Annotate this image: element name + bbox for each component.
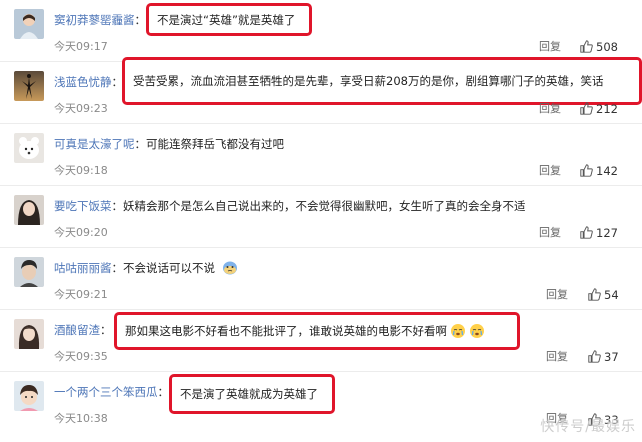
highlighted-comment-text: 不是演过“英雄”就是英雄了 bbox=[146, 3, 312, 36]
avatar-image bbox=[14, 381, 44, 411]
highlighted-comment-text: 不是演了英雄就成为英雄了 bbox=[169, 374, 335, 414]
avatar[interactable] bbox=[14, 381, 44, 411]
highlighted-comment-text: 受苦受累，流血流泪甚至牺牲的是先辈，享受日薪208万的是你，剧组算哪门子的英雄，… bbox=[122, 57, 642, 105]
separator: ： bbox=[111, 261, 124, 275]
avatar-image bbox=[14, 71, 44, 101]
thumbs-up-icon bbox=[580, 226, 593, 239]
watermark: 快传号/最娱乐 bbox=[540, 419, 636, 435]
separator: ： bbox=[134, 137, 147, 151]
username[interactable]: 一个两个三个笨西瓜 bbox=[54, 385, 158, 399]
like-button[interactable]: 212 bbox=[580, 101, 618, 117]
highlighted-comment-text: 那如果这电影不好看也不能批评了，谁敢说英雄的电影不好看啊 bbox=[114, 312, 520, 350]
comment-header: 咕咕丽丽酱：不会说话可以不说 bbox=[54, 258, 238, 278]
avatar[interactable] bbox=[14, 133, 44, 163]
separator: ： bbox=[134, 13, 147, 27]
like-count: 142 bbox=[596, 164, 618, 178]
comment-item: 要吃下饭菜：妖精会那个是怎么自己说出来的，不会觉得很幽默吧，女生听了真的会全身不… bbox=[0, 186, 642, 248]
comment-item: 窦初莽蓼罂霾酱： 不是演过“英雄”就是英雄了 今天09:17 回复 508 bbox=[0, 0, 642, 62]
avatar-image bbox=[14, 319, 44, 349]
avatar[interactable] bbox=[14, 257, 44, 287]
avatar-image bbox=[14, 257, 44, 287]
comment-time: 今天09:35 bbox=[54, 350, 108, 363]
thumbs-up-icon bbox=[588, 350, 601, 363]
separator: ： bbox=[100, 323, 112, 337]
comment-header: 浅蓝色忧静： bbox=[54, 72, 123, 92]
username[interactable]: 窦初莽蓼罂霾酱 bbox=[54, 13, 135, 27]
comment-text: 不是演了英雄就成为英雄了 bbox=[180, 387, 318, 401]
comment-time: 今天09:23 bbox=[54, 102, 108, 115]
comment-text: 那如果这电影不好看也不能批评了，谁敢说英雄的电影不好看啊 bbox=[125, 324, 447, 338]
avatar-image bbox=[14, 133, 44, 163]
reply-button[interactable]: 回复 bbox=[546, 288, 568, 302]
avatar[interactable] bbox=[14, 9, 44, 39]
like-count: 54 bbox=[604, 288, 619, 302]
comment-text: 妖精会那个是怎么自己说出来的，不会觉得很幽默吧，女生听了真的会全身不适 bbox=[123, 199, 526, 213]
comment-header: 酒酿留渣： bbox=[54, 320, 112, 340]
like-count: 127 bbox=[596, 226, 618, 240]
avatar-image bbox=[14, 9, 44, 39]
username[interactable]: 要吃下饭菜 bbox=[54, 199, 112, 213]
comment-text: 受苦受累，流血流泪甚至牺牲的是先辈，享受日薪208万的是你，剧组算哪门子的英雄，… bbox=[133, 74, 604, 88]
username[interactable]: 酒酿留渣 bbox=[54, 323, 100, 337]
thumbs-up-icon bbox=[580, 102, 593, 115]
avatar[interactable] bbox=[14, 195, 44, 225]
teary-emoji-icon bbox=[470, 324, 484, 338]
avatar[interactable] bbox=[14, 71, 44, 101]
avatar[interactable] bbox=[14, 319, 44, 349]
blue-sad-emoji-icon bbox=[222, 261, 237, 275]
reply-button[interactable]: 回复 bbox=[539, 102, 561, 116]
like-count: 37 bbox=[604, 350, 619, 364]
comment-header: 窦初莽蓼罂霾酱： bbox=[54, 10, 146, 30]
comment-header: 要吃下饭菜：妖精会那个是怎么自己说出来的，不会觉得很幽默吧，女生听了真的会全身不… bbox=[54, 196, 526, 216]
comment-header: 可真是太濠了呢：可能连祭拜岳飞都没有过吧 bbox=[54, 134, 284, 154]
username[interactable]: 浅蓝色忧静 bbox=[54, 75, 112, 89]
comment-list: 窦初莽蓼罂霾酱： 不是演过“英雄”就是英雄了 今天09:17 回复 508 浅蓝… bbox=[0, 0, 642, 442]
like-count: 508 bbox=[596, 40, 618, 54]
like-button[interactable]: 54 bbox=[588, 287, 619, 303]
reply-button[interactable]: 回复 bbox=[539, 164, 561, 178]
username[interactable]: 咕咕丽丽酱 bbox=[54, 261, 112, 275]
username[interactable]: 可真是太濠了呢 bbox=[54, 137, 135, 151]
thumbs-up-icon bbox=[588, 288, 601, 301]
separator: ： bbox=[157, 385, 170, 399]
thumbs-up-icon bbox=[580, 164, 593, 177]
comment-item: 可真是太濠了呢：可能连祭拜岳飞都没有过吧 今天09:18 回复 142 bbox=[0, 124, 642, 186]
comment-text: 可能连祭拜岳飞都没有过吧 bbox=[146, 137, 284, 151]
reply-button[interactable]: 回复 bbox=[539, 226, 561, 240]
comment-time: 今天09:17 bbox=[54, 40, 108, 53]
like-count: 212 bbox=[596, 102, 618, 116]
reply-button[interactable]: 回复 bbox=[546, 350, 568, 364]
comment-text: 不是演过“英雄”就是英雄了 bbox=[157, 12, 296, 27]
thumbs-up-icon bbox=[580, 40, 593, 53]
comment-item: 咕咕丽丽酱：不会说话可以不说 今天09:21 回复 54 bbox=[0, 248, 642, 310]
separator: ： bbox=[111, 199, 124, 213]
avatar-image bbox=[14, 195, 44, 225]
like-button[interactable]: 37 bbox=[588, 349, 619, 365]
comment-item: 浅蓝色忧静： 受苦受累，流血流泪甚至牺牲的是先辈，享受日薪208万的是你，剧组算… bbox=[0, 57, 642, 124]
comment-time: 今天10:38 bbox=[54, 412, 108, 425]
comment-time: 今天09:21 bbox=[54, 288, 108, 301]
comment-time: 今天09:18 bbox=[54, 164, 108, 177]
comment-time: 今天09:20 bbox=[54, 226, 108, 239]
comment-header: 一个两个三个笨西瓜： bbox=[54, 382, 169, 402]
comment-text: 不会说话可以不说 bbox=[123, 261, 215, 275]
teary-emoji-icon bbox=[451, 324, 465, 338]
comment-item: 酒酿留渣： 那如果这电影不好看也不能批评了，谁敢说英雄的电影不好看啊 今天09:… bbox=[0, 310, 642, 372]
like-button[interactable]: 508 bbox=[580, 39, 618, 55]
reply-button[interactable]: 回复 bbox=[539, 40, 561, 54]
like-button[interactable]: 142 bbox=[580, 163, 618, 179]
like-button[interactable]: 127 bbox=[580, 225, 618, 241]
